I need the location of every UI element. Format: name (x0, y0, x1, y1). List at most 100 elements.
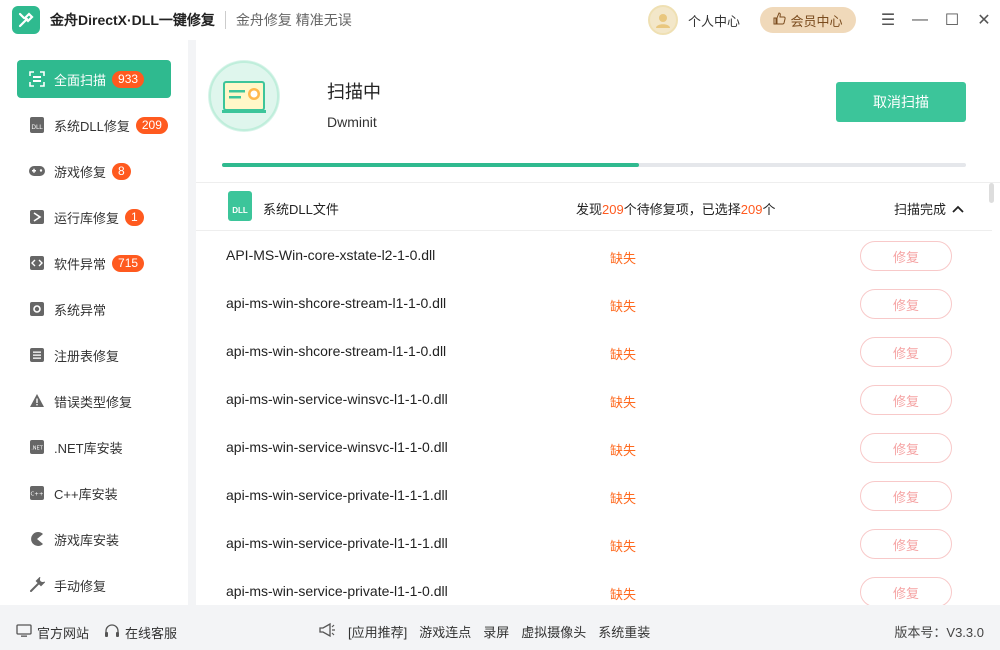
list-item: api-ms-win-service-private-l1-1-1.dll 缺失… (196, 520, 992, 568)
wrench-icon (27, 575, 47, 595)
svg-text:C++: C++ (30, 492, 43, 498)
list-item: API-MS-Win-core-xstate-l2-1-0.dll 缺失 修复 (196, 232, 992, 280)
sidebar-item-label: 软件异常 (54, 256, 107, 272)
code-icon (27, 253, 47, 273)
sidebar-item-runtime-repair[interactable]: 运行库修复 1 (17, 198, 171, 236)
headset-icon (104, 623, 120, 642)
sidebar-item-label: 系统异常 (54, 302, 107, 318)
footer-link-system-reinstall[interactable]: 系统重装 (598, 622, 650, 641)
dll-state: 缺失 (610, 395, 637, 410)
dll-state: 缺失 (610, 539, 637, 554)
online-service-link[interactable]: 在线客服 (104, 623, 177, 642)
sidebar-item-label: 游戏库安装 (54, 532, 120, 548)
repair-button[interactable]: 修复 (860, 481, 952, 511)
dll-list: API-MS-Win-core-xstate-l2-1-0.dll 缺失 修复 … (196, 232, 992, 605)
sidebar-item-label: 游戏修复 (54, 164, 107, 180)
sidebar-item-full-scan[interactable]: 全面扫描 933 (17, 60, 171, 98)
scan-illustration-icon (208, 60, 280, 132)
cpp-icon: C++ (27, 483, 47, 503)
scrollbar-thumb[interactable] (989, 183, 994, 203)
official-site-link[interactable]: 官方网站 (16, 623, 89, 642)
dll-file-icon: DLL (228, 191, 252, 221)
vip-center-button[interactable]: 会员中心 (760, 7, 856, 33)
avatar[interactable] (647, 5, 678, 35)
dll-name: api-ms-win-service-winsvc-l1-1-0.dll (226, 439, 448, 455)
list-item: api-ms-win-service-private-l1-1-0.dll 缺失… (196, 568, 992, 605)
scan-progress-fill (222, 163, 639, 167)
minimize-icon[interactable]: — (904, 0, 936, 40)
title-divider (224, 11, 226, 29)
footer-link-screen-record[interactable]: 录屏 (483, 622, 509, 641)
sidebar-item-registry-repair[interactable]: 注册表修复 (17, 336, 171, 374)
sidebar-item-dotnet-install[interactable]: .NET .NET库安装 (17, 428, 171, 466)
personal-center-link[interactable]: 个人中心 (688, 11, 740, 30)
scan-complete-label: 扫描完成 (894, 202, 947, 217)
app-title: 金舟DirectX·DLL一键修复 (50, 12, 215, 28)
footer-link-virtual-camera[interactable]: 虚拟摄像头 (521, 622, 586, 641)
title-bar: 金舟DirectX·DLL一键修复 金舟修复 精准无误 个人中心 会员中心 ☰ … (0, 0, 1000, 40)
sidebar-item-cpp-install[interactable]: C++ C++库安装 (17, 474, 171, 512)
sidebar-item-system-error[interactable]: 系统异常 (17, 290, 171, 328)
repair-button[interactable]: 修复 (860, 241, 952, 271)
sidebar-item-game-repair[interactable]: 游戏修复 8 (17, 152, 171, 190)
menu-icon[interactable]: ☰ (872, 0, 904, 40)
dll-group-header[interactable]: DLL 系统DLL文件 发现209个待修复项，已选择209个 扫描完成 (196, 183, 992, 231)
scan-complete-toggle[interactable]: 扫描完成 (894, 199, 964, 218)
app-subtitle: 金舟修复 精准无误 (235, 12, 352, 28)
cancel-scan-button[interactable]: 取消扫描 (836, 82, 966, 122)
count-badge: 1 (125, 208, 144, 226)
repair-button[interactable]: 修复 (860, 289, 952, 319)
footer-link-game-clicker[interactable]: 游戏连点 (419, 622, 471, 641)
dll-state: 缺失 (610, 251, 637, 266)
maximize-icon[interactable]: ☐ (936, 0, 968, 40)
list-item: api-ms-win-service-winsvc-l1-1-0.dll 缺失 … (196, 376, 992, 424)
dll-name: api-ms-win-shcore-stream-l1-1-0.dll (226, 343, 447, 359)
thumbs-up-icon (773, 12, 787, 28)
footer: 官方网站 在线客服 [应用推荐] 游戏连点 录屏 虚拟摄像头 系统重装 版本号：… (0, 612, 1000, 650)
dll-name: api-ms-win-service-winsvc-l1-1-0.dll (226, 391, 448, 407)
recommend-label: [应用推荐] (348, 624, 408, 640)
warning-icon (27, 391, 47, 411)
official-site-label: 官方网站 (37, 626, 90, 641)
list-item: api-ms-win-service-winsvc-l1-1-0.dll 缺失 … (196, 424, 992, 472)
pacman-icon (27, 529, 47, 549)
repair-button[interactable]: 修复 (860, 337, 952, 367)
close-icon[interactable]: ✕ (968, 0, 1000, 40)
main-panel: 扫描中 Dwminit 取消扫描 DLL 系统DLL文件 发现209个待修复项，… (196, 40, 1000, 605)
footer-links: [应用推荐] 游戏连点 录屏 虚拟摄像头 系统重装 (318, 612, 650, 650)
list-item: api-ms-win-shcore-stream-l1-1-0.dll 缺失 修… (196, 328, 992, 376)
sidebar-item-software-error[interactable]: 软件异常 715 (17, 244, 171, 282)
scan-progress-bar (222, 163, 966, 167)
sidebar-item-system-dll[interactable]: DLL 系统DLL修复 209 (17, 106, 171, 144)
group-summary: 发现209个待修复项，已选择209个 (576, 202, 776, 217)
sidebar-item-error-type-repair[interactable]: 错误类型修复 (17, 382, 171, 420)
gamepad-icon (27, 161, 47, 181)
chevron-up-icon (952, 201, 964, 216)
repair-button[interactable]: 修复 (860, 433, 952, 463)
gear-icon (27, 299, 47, 319)
selected-count: 209 (740, 202, 763, 217)
sidebar-item-game-lib-install[interactable]: 游戏库安装 (17, 520, 171, 558)
sidebar-item-label: 手动修复 (54, 578, 107, 594)
app-logo-icon (12, 6, 40, 34)
sidebar-item-label: 注册表修复 (54, 348, 120, 364)
svg-text:DLL: DLL (31, 124, 43, 131)
dll-state: 缺失 (610, 491, 637, 506)
dll-state: 缺失 (610, 443, 637, 458)
sidebar-item-label: 错误类型修复 (54, 394, 133, 410)
list-item: api-ms-win-service-private-l1-1-1.dll 缺失… (196, 472, 992, 520)
found-count: 209 (602, 202, 624, 217)
scrollbar[interactable] (989, 183, 994, 605)
scan-header: 扫描中 Dwminit 取消扫描 (196, 40, 1000, 182)
sidebar-item-label: 全面扫描 (54, 72, 107, 88)
count-badge: 209 (135, 116, 168, 134)
repair-button[interactable]: 修复 (860, 529, 952, 559)
sidebar-item-manual-repair[interactable]: 手动修复 (17, 566, 171, 604)
online-service-label: 在线客服 (125, 626, 178, 641)
repair-button[interactable]: 修复 (860, 385, 952, 415)
scan-status: 扫描中 (327, 82, 381, 102)
sidebar-item-label: 系统DLL修复 (54, 118, 130, 134)
dll-icon: DLL (27, 115, 47, 135)
repair-button[interactable]: 修复 (860, 577, 952, 605)
monitor-icon (16, 624, 32, 641)
